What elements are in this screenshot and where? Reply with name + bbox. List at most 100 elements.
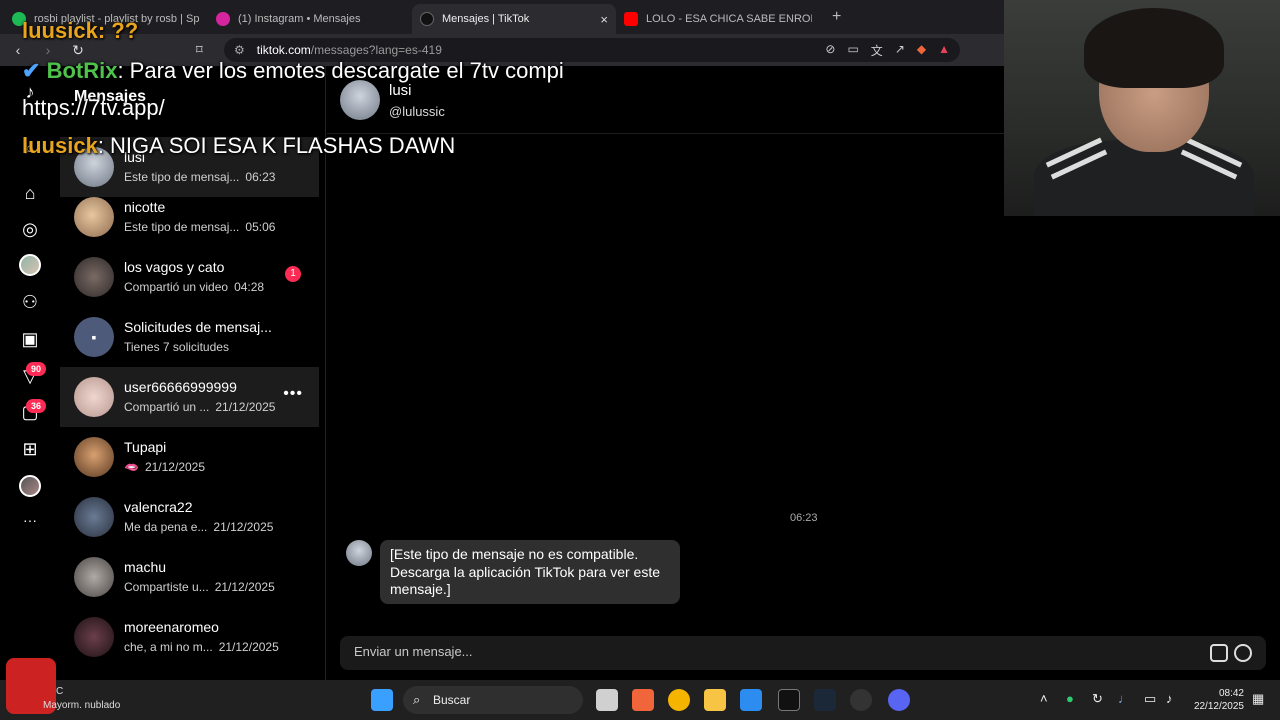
avatar bbox=[19, 254, 41, 276]
share-icon[interactable]: ↗ bbox=[895, 42, 905, 59]
explore-icon[interactable]: ◎ bbox=[18, 217, 42, 241]
translate-icon[interactable]: 文 bbox=[871, 42, 883, 59]
windows-start-icon[interactable] bbox=[371, 689, 393, 711]
microphone-icon[interactable]: ♩ bbox=[1118, 691, 1131, 706]
conversation-time: 21/12/2025 bbox=[214, 580, 275, 594]
notification-icon[interactable]: ▦ bbox=[1252, 691, 1264, 707]
site-info-icon[interactable]: ⚙ bbox=[234, 43, 245, 57]
tray-sync-icon[interactable]: ↻ bbox=[1092, 691, 1103, 707]
conversation-time: 06:23 bbox=[245, 170, 276, 184]
message-requests-item[interactable]: ▪ Solicitudes de mensaj... Tienes 7 soli… bbox=[60, 307, 319, 367]
epic-games-icon[interactable] bbox=[778, 689, 800, 711]
file-explorer-icon[interactable] bbox=[704, 689, 726, 711]
message-input[interactable] bbox=[354, 644, 1194, 659]
conversation-snippet: che, a mi no m... bbox=[124, 640, 213, 654]
conversation-item-user66666999999[interactable]: user66666999999 Compartió un ... 21/12/20… bbox=[60, 367, 319, 427]
conversation-options-icon[interactable]: ••• bbox=[283, 385, 303, 403]
bot-badge-icon: ✔ bbox=[22, 58, 41, 83]
chat-text: : ?? bbox=[97, 18, 139, 43]
conversation-name: Solicitudes de mensaj... bbox=[124, 319, 272, 335]
close-tab-button[interactable]: × bbox=[600, 12, 608, 27]
obs-icon[interactable] bbox=[850, 689, 872, 711]
profile-icon[interactable] bbox=[18, 474, 42, 498]
tab-title: Mensajes | TikTok bbox=[442, 13, 530, 25]
tray-app-icon[interactable]: ● bbox=[1066, 691, 1074, 706]
bookmark-icon[interactable]: ⌑ bbox=[196, 42, 203, 58]
message-composer bbox=[340, 636, 1266, 670]
more-menu-icon[interactable]: ··· bbox=[18, 508, 42, 532]
profile-avatar[interactable] bbox=[18, 253, 42, 277]
chrome-icon[interactable] bbox=[668, 689, 690, 711]
webcam-overlay bbox=[1004, 0, 1280, 216]
conversation-item-tupapi[interactable]: Tupapi 🫦 21/12/2025 bbox=[60, 427, 319, 487]
live-icon[interactable]: ▣ bbox=[18, 327, 42, 351]
tab-youtube[interactable]: LOLO - ESA CHICA SABE ENROLAR - YouTube bbox=[616, 4, 820, 34]
conversation-name: Tupapi bbox=[124, 439, 167, 455]
home-icon[interactable]: ⌂ bbox=[18, 181, 42, 205]
reload-icon[interactable]: ↻ bbox=[66, 42, 90, 59]
brave-rewards-icon[interactable]: ▲ bbox=[938, 42, 950, 59]
back-icon[interactable]: ‹ bbox=[6, 42, 30, 58]
cast-icon[interactable]: ▭ bbox=[847, 42, 858, 59]
conversation-time: 21/12/2025 bbox=[213, 520, 274, 534]
conversation-item-moreenaromeo[interactable]: moreenaromeo che, a mi no m... 21/12/2025 bbox=[60, 607, 319, 667]
no-reader-icon[interactable]: ⊘ bbox=[825, 42, 835, 59]
conversation-snippet: Compartió un ... bbox=[124, 400, 210, 414]
unread-badge: 1 bbox=[285, 266, 301, 282]
tab-title: (1) Instagram • Mensajes bbox=[238, 13, 361, 25]
avatar bbox=[74, 617, 114, 657]
chat-handle[interactable]: @lulussic bbox=[389, 104, 445, 119]
message-bubble: [Este tipo de mensaje no es compatible. … bbox=[380, 540, 680, 604]
avatar[interactable] bbox=[346, 540, 372, 566]
stream-chat-line: ✔ BotRix: Para ver los emotes descargate… bbox=[22, 58, 564, 84]
conversation-item-nicotte[interactable]: nicotte Este tipo de mensaj... 05:06 bbox=[60, 187, 319, 247]
messages-badge: 36 bbox=[26, 399, 46, 413]
address-bar-tools: ⊘ ▭ 文 ↗ ◆ ▲ bbox=[825, 42, 950, 59]
new-tab-button[interactable]: + bbox=[832, 8, 841, 26]
search-icon: ⌕ bbox=[413, 692, 421, 707]
discord-icon[interactable] bbox=[888, 689, 910, 711]
tiktok-icon bbox=[420, 12, 434, 26]
conversation-item-machu[interactable]: machu Compartiste u... 21/12/2025 bbox=[60, 547, 319, 607]
avatar[interactable] bbox=[340, 80, 380, 120]
clock-time: 08:42 bbox=[1218, 688, 1244, 699]
conversation-item-valencra22[interactable]: valencra22 Me da pena e... 21/12/2025 bbox=[60, 487, 319, 547]
conversation-snippet: Me da pena e... bbox=[124, 520, 208, 534]
taskbar-search[interactable]: ⌕ Buscar bbox=[403, 686, 583, 714]
network-icon[interactable]: ▭ bbox=[1144, 691, 1156, 707]
url-host: tiktok.com bbox=[256, 43, 311, 57]
stream-chat-line: luusick: ?? bbox=[22, 18, 138, 44]
url-path: /messages?lang=es-419 bbox=[310, 43, 442, 57]
steam-icon[interactable] bbox=[814, 689, 836, 711]
instagram-icon bbox=[216, 12, 230, 26]
task-view-icon[interactable] bbox=[596, 689, 618, 711]
volume-icon[interactable]: ♪ bbox=[1166, 691, 1173, 706]
search-label: Buscar bbox=[433, 693, 471, 707]
avatar bbox=[74, 257, 114, 297]
clock-date: 22/12/2025 bbox=[1193, 701, 1244, 712]
conversation-time: 21/12/2025 bbox=[218, 640, 279, 654]
avatar bbox=[74, 197, 114, 237]
conversation-snippet: Compartiste u... bbox=[124, 580, 209, 594]
chat-nickname[interactable]: lusi bbox=[389, 82, 412, 99]
system-clock[interactable]: 08:42 22/12/2025 bbox=[1194, 687, 1244, 713]
emoji-icon[interactable] bbox=[1234, 644, 1252, 662]
tray-chevron-icon[interactable]: ˄ bbox=[1040, 691, 1048, 706]
forward-icon[interactable]: › bbox=[36, 42, 60, 58]
image-upload-icon[interactable] bbox=[1210, 644, 1228, 662]
weather-widget[interactable]: Mayorm. nublado bbox=[43, 700, 120, 711]
store-icon[interactable] bbox=[740, 689, 762, 711]
conversation-time: 04:28 bbox=[234, 280, 265, 294]
tab-instagram[interactable]: (1) Instagram • Mensajes bbox=[208, 4, 412, 34]
following-icon[interactable]: ⚇ bbox=[18, 290, 42, 314]
weather-temp: C bbox=[56, 686, 64, 697]
brave-shield-icon[interactable]: ◆ bbox=[917, 42, 926, 59]
conversation-item-los-vagos-y-cato[interactable]: los vagos y cato Compartió un video 04:28… bbox=[60, 247, 319, 307]
stream-chat-line: luusick: NIGA SOI ESA K FLASHAS DAWN bbox=[22, 133, 455, 159]
brave-icon[interactable] bbox=[632, 689, 654, 711]
upload-icon[interactable]: ⊞ bbox=[18, 437, 42, 461]
tab-tiktok[interactable]: Mensajes | TikTok × bbox=[412, 4, 616, 34]
conversation-snippet: Este tipo de mensaj... bbox=[124, 170, 240, 184]
stream-chat-link: https://7tv.app/ bbox=[22, 95, 165, 120]
avatar bbox=[74, 497, 114, 537]
